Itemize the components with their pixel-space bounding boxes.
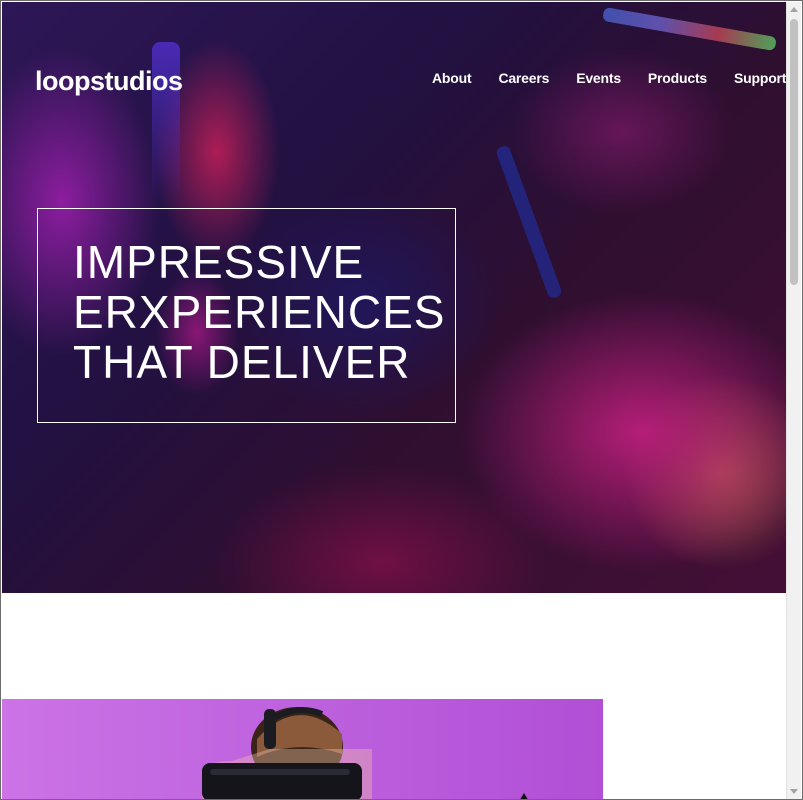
site-logo[interactable]: loopstudios xyxy=(35,66,183,97)
hero-headline: IMPRESSIVE ERXPERIENCES THAT DELIVER xyxy=(73,237,455,387)
scroll-down-arrow-icon[interactable] xyxy=(790,789,798,794)
scroll-thumb[interactable] xyxy=(790,19,798,285)
nav-link-events[interactable]: Events xyxy=(576,70,621,86)
nav-link-products[interactable]: Products xyxy=(648,70,707,86)
nav-link-about[interactable]: About xyxy=(432,70,472,86)
main-nav: About Careers Events Products Support xyxy=(432,70,786,86)
vertical-scrollbar[interactable] xyxy=(786,2,801,799)
vr-person-illustration xyxy=(202,707,372,799)
hero-headline-line: IMPRESSIVE xyxy=(73,236,365,288)
hero-section: loopstudios About Careers Events Product… xyxy=(2,2,787,593)
nav-link-support[interactable]: Support xyxy=(734,70,786,86)
browser-viewport: loopstudios About Careers Events Product… xyxy=(0,0,803,800)
nav-link-careers[interactable]: Careers xyxy=(498,70,549,86)
hero-headline-box: IMPRESSIVE ERXPERIENCES THAT DELIVER xyxy=(37,208,456,423)
hero-headline-line: THAT DELIVER xyxy=(73,336,411,388)
mouse-cursor-icon xyxy=(518,793,530,799)
hero-headline-line: ERXPERIENCES xyxy=(73,286,446,338)
scroll-up-arrow-icon[interactable] xyxy=(790,7,798,12)
vr-headset-image xyxy=(2,699,603,799)
